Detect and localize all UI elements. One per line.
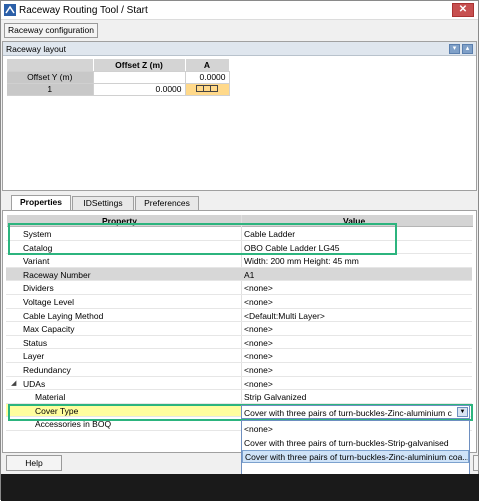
property-name: Raceway Number [23,269,91,280]
dropdown-option-strip-galvanised[interactable]: Cover with three pairs of turn-buckles-S… [242,437,469,450]
property-name: Voltage Level [23,297,75,307]
property-name: UDAs [23,378,46,389]
offset-y-empty-cell[interactable] [93,71,186,84]
property-row-dividers[interactable]: Dividers <none> [6,281,472,295]
cable-ladder-icon [196,85,218,92]
property-value[interactable]: <none> [244,324,273,334]
taskbar [1,474,479,501]
property-value[interactable]: <none> [244,379,273,389]
property-name: Layer [23,351,45,362]
property-row-material[interactable]: Material Strip Galvanized [6,390,472,404]
property-row-redundancy[interactable]: Redundancy <none> [6,363,472,377]
row-header-offset-y: Offset Y (m) [7,71,94,84]
row1-a-cell[interactable] [185,83,230,96]
raceway-routing-window: Raceway Routing Tool / Start ✕ Raceway c… [0,0,479,501]
property-value[interactable]: <Default:Multi Layer> [244,311,325,321]
app-icon [4,4,16,16]
highlight-system-catalog [8,223,397,255]
raceway-layout-panel: Raceway layout ▾ ▴ Offset Z (m) A Offset… [2,41,477,191]
raceway-layout-title: Raceway layout [6,44,67,54]
property-name: Cable Laying Method [23,310,104,321]
property-row-variant[interactable]: Variant Width: 200 mm Height: 45 mm [6,254,472,268]
property-row-raceway-number[interactable]: Raceway Number A1 [6,267,472,282]
help-button[interactable]: Help [6,455,62,471]
property-row-cable-laying-method[interactable]: Cable Laying Method <Default:Multi Layer> [6,309,472,323]
title-bar: Raceway Routing Tool / Start ✕ [1,1,478,20]
property-value[interactable]: Width: 200 mm Height: 45 mm [244,256,359,266]
property-value[interactable]: Strip Galvanized [244,392,306,402]
dropdown-option-zinc-aluminium[interactable]: Cover with three pairs of turn-buckles-Z… [242,450,469,463]
col-header-a: A [185,59,230,72]
property-row-voltage-level[interactable]: Voltage Level <none> [6,295,472,309]
raceway-layout-header: Raceway layout ▾ ▴ [3,42,476,56]
property-row-layer[interactable]: Layer <none> [6,349,472,363]
tab-properties[interactable]: Properties [11,195,71,210]
property-name: Status [23,337,48,348]
tab-idsettings[interactable]: IDSettings [72,196,134,210]
property-name: Redundancy [23,365,71,375]
property-row-status[interactable]: Status <none> [6,336,472,350]
property-value[interactable]: <none> [244,365,273,375]
col-header-offset-z: Offset Z (m) [93,59,186,72]
cover-type-combo[interactable]: Cover with three pairs of turn-buckles-Z… [241,405,470,419]
property-name: Dividers [23,283,54,294]
raceway-configuration-button[interactable]: Raceway configuration [4,23,98,38]
cover-type-combo-value: Cover with three pairs of turn-buckles-Z… [244,408,452,418]
expand-collapse-icon[interactable]: ◢ [11,379,16,387]
collapse-panel-icon[interactable]: ▾ [449,44,460,54]
window-title: Raceway Routing Tool / Start [19,5,148,16]
row1-offset-z-cell[interactable]: 0.0000 [93,83,186,96]
property-value[interactable]: A1 [244,270,254,280]
property-value[interactable]: <none> [244,283,273,293]
chevron-down-icon[interactable]: ▼ [457,407,468,417]
property-name: Max Capacity [23,324,75,335]
tab-preferences[interactable]: Preferences [135,196,199,210]
property-value[interactable]: <none> [244,338,273,348]
partial-button[interactable] [473,455,479,471]
raceway-layout-grid: Offset Z (m) A Offset Y (m) 0.0000 1 0.0… [7,59,230,96]
property-name: Variant [23,256,50,267]
property-name: Material [35,392,66,403]
property-value[interactable]: <none> [244,351,273,361]
close-button[interactable]: ✕ [452,3,474,17]
pin-panel-icon[interactable]: ▴ [462,44,473,54]
row-header-1: 1 [7,83,94,96]
grid-corner [7,59,94,72]
property-row-udas[interactable]: ◢ UDAs <none> [6,377,472,391]
property-value[interactable]: <none> [244,297,273,307]
offset-y-a-cell[interactable]: 0.0000 [185,71,230,84]
property-row-max-capacity[interactable]: Max Capacity <none> [6,322,472,336]
dropdown-option-none[interactable]: <none> [242,423,469,436]
